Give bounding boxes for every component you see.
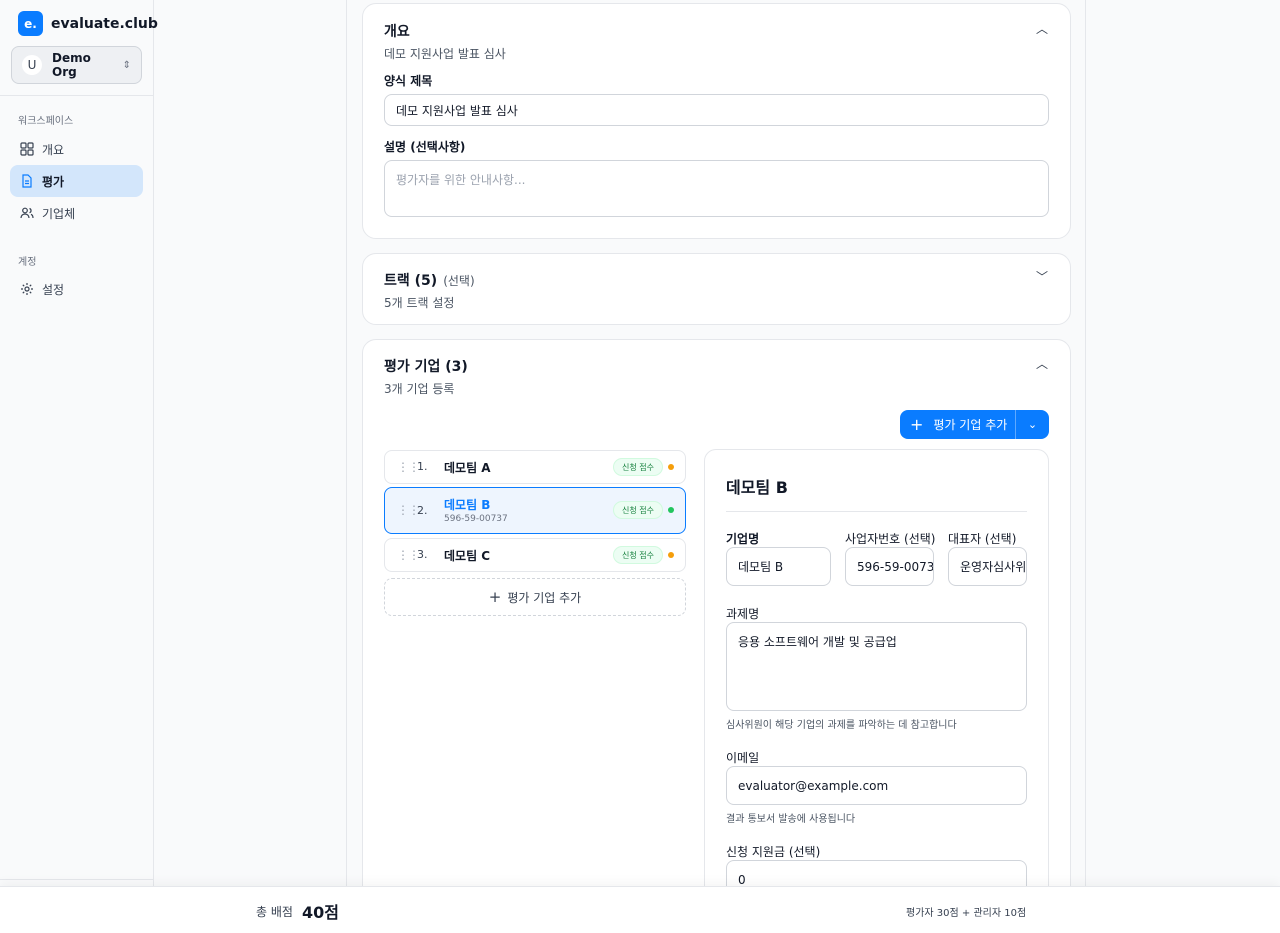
overview-subtitle: 데모 지원사업 발표 심사 [384,47,506,61]
status-dot [668,552,674,558]
score-footer: 총 배점 40점 평가자 30점 + 관리자 10점 [0,886,1280,933]
sidebar-item-label: 설정 [42,282,65,297]
description-textarea[interactable]: 평가자를 위한 안내사항... [384,160,1049,217]
tracks-title-text: 트랙 (5) [384,273,438,289]
grid-icon [20,142,34,156]
add-company-label: 평가 기업 추가 [933,418,1008,432]
plus-icon: + [488,588,502,606]
company-name-value: 데모팀 B [738,560,784,574]
sidebar: e. evaluate.club U Demo Org ⇕ 워크스페이스 개요 … [0,0,158,933]
chevron-up-icon[interactable]: ︿ [1036,20,1048,37]
chevron-updown-icon: ⇕ [122,59,131,71]
drag-handle-icon[interactable]: ⋮⋮ [397,460,420,474]
add-company-button[interactable]: + 평가 기업 추가 ⌄ [900,410,1049,439]
form-title-input[interactable]: 데모 지원사업 발표 심사 [384,94,1049,126]
biz-number-value: 596-59-00737 [857,559,934,574]
company-biz-number: 596-59-00737 [444,514,508,524]
total-score-label: 총 배점 [256,905,293,919]
form-title-value: 데모 지원사업 발표 심사 [396,103,518,118]
sidebar-divider [0,95,153,96]
add-company-row[interactable]: + 평가 기업 추가 [384,578,686,616]
status-dot [668,507,674,513]
description-label: 설명 (선택사항) [384,140,466,154]
project-value: 응용 소프트웨어 개발 및 공급업 [738,635,897,649]
ceo-value: 운영자심사위원 [960,560,1027,574]
amount-value: 0 [738,872,746,887]
project-help-text: 심사위원이 해당 기업의 과제를 파악하는 데 참고합니다 [726,720,957,731]
add-company-row-label: 평가 기업 추가 [507,590,582,605]
workspace-section-label: 워크스페이스 [18,116,74,127]
company-number: 2. [417,504,428,517]
tracks-title: 트랙 (5) (선택) [384,270,475,290]
ceo-label: 대표자 (선택) [948,532,1017,546]
add-company-main[interactable]: + 평가 기업 추가 [900,410,1016,439]
company-name-label: 기업명 [726,532,760,546]
org-avatar: U [22,55,42,75]
chevron-up-icon[interactable]: ︿ [1036,355,1048,372]
plus-icon: + [910,415,924,434]
brand-name: evaluate.club [51,15,158,32]
sidebar-item-evaluation[interactable]: 평가 [10,165,143,197]
sidebar-item-settings[interactable]: 설정 [10,273,143,305]
companies-subtitle: 3개 기업 등록 [384,382,455,396]
form-title-label: 양식 제목 [384,74,433,88]
status-badge: 신청 접수 [613,458,663,476]
status-dot [668,464,674,470]
company-row[interactable]: ⋮⋮ 1. 데모팀 A 신청 접수 [384,450,686,484]
email-help-text: 결과 통보서 발송에 사용됩니다 [726,814,856,825]
sidebar-item-label: 기업체 [42,206,76,221]
description-placeholder: 평가자를 위한 안내사항... [396,173,526,187]
org-switcher[interactable]: U Demo Org ⇕ [11,46,142,84]
brand[interactable]: e. evaluate.club [18,11,158,36]
company-number: 1. [417,460,428,473]
biz-number-label: 사업자번호 (선택) [845,532,936,546]
company-name-input[interactable]: 데모팀 B [726,547,831,586]
gear-icon [21,283,33,295]
detail-title: 데모팀 B [726,478,788,497]
sidebar-item-companies[interactable]: 기업체 [10,197,143,229]
tracks-card[interactable]: 트랙 (5) (선택) 5개 트랙 설정 ﹀ [362,253,1071,325]
ceo-input[interactable]: 운영자심사위원 [948,547,1027,586]
document-icon [22,174,32,188]
org-name: Demo Org [52,51,91,79]
status-badge: 신청 접수 [613,501,663,519]
tracks-subtitle: 5개 트랙 설정 [384,296,455,310]
company-name: 데모팀 C [444,549,491,563]
overview-title: 개요 [384,24,410,40]
sidebar-item-overview[interactable]: 개요 [10,133,143,165]
sidebar-item-label: 개요 [42,142,65,157]
company-row[interactable]: ⋮⋮ 3. 데모팀 C 신청 접수 [384,538,686,572]
tracks-optional: (선택) [443,274,475,288]
users-icon [20,207,34,219]
company-name: 데모팀 A [444,461,491,475]
chevron-down-icon[interactable]: ﹀ [1036,268,1048,285]
email-value: evaluator@example.com [738,778,889,793]
account-section-label: 계정 [18,257,37,268]
company-name: 데모팀 B [444,498,491,512]
drag-handle-icon[interactable]: ⋮⋮ [397,503,420,517]
email-label: 이메일 [726,751,760,765]
biz-number-input[interactable]: 596-59-00737 [845,547,934,586]
company-number: 3. [417,548,428,561]
score-breakdown: 평가자 30점 + 관리자 10점 [906,908,1027,919]
email-input[interactable]: evaluator@example.com [726,766,1027,805]
chevron-down-icon: ⌄ [1027,418,1038,431]
detail-divider [726,511,1027,512]
companies-title: 평가 기업 (3) [384,359,468,375]
amount-label: 신청 지원금 (선택) [726,845,821,859]
drag-handle-icon[interactable]: ⋮⋮ [397,548,420,562]
sidebar-item-label: 평가 [42,174,65,189]
total-score-value: 40점 [302,903,339,922]
project-label: 과제명 [726,607,760,621]
sidebar-bottom-divider [0,879,153,880]
status-badge: 신청 접수 [613,546,663,564]
project-textarea[interactable]: 응용 소프트웨어 개발 및 공급업 [726,622,1027,711]
brand-logo: e. [18,11,43,36]
company-row-selected[interactable]: ⋮⋮ 2. 데모팀 B 596-59-00737 신청 접수 [384,487,686,534]
add-company-dropdown[interactable]: ⌄ [1016,410,1049,439]
